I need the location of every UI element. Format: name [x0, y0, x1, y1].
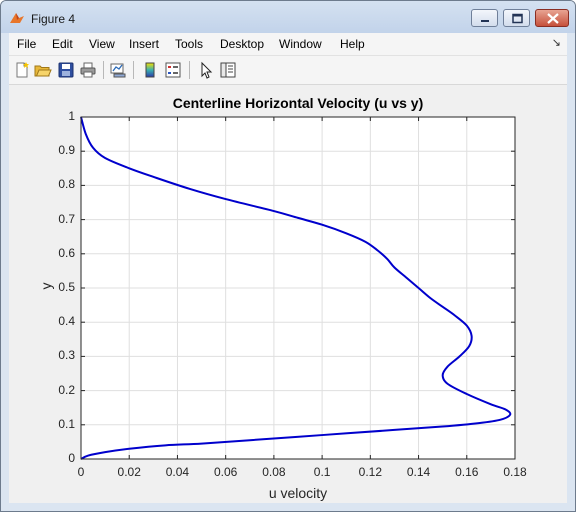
y-tick-label: 0.7 [58, 211, 75, 226]
colorbar-icon[interactable] [141, 61, 159, 79]
menu-view[interactable]: View [89, 37, 115, 51]
minimize-button[interactable] [471, 9, 498, 27]
menu-tools[interactable]: Tools [175, 37, 203, 51]
title-bar[interactable]: Figure 4 [1, 1, 575, 33]
figure-window: Figure 4 File Edit View Insert Tools Des… [0, 0, 576, 512]
open-icon[interactable] [34, 61, 52, 79]
property-editor-icon[interactable] [219, 61, 237, 79]
x-tick-label: 0.02 [117, 465, 141, 479]
x-tick-label: 0.16 [455, 465, 479, 479]
menu-desktop[interactable]: Desktop [220, 37, 264, 51]
legend-icon[interactable] [164, 61, 182, 79]
y-tick-label: 0.5 [58, 280, 75, 294]
minimize-icon [481, 20, 489, 22]
y-tick-label: 0.3 [58, 348, 75, 363]
menu-edit[interactable]: Edit [52, 37, 73, 51]
plot-svg [80, 116, 516, 460]
x-tick-label: 0.04 [165, 465, 190, 479]
toolbar-separator [103, 61, 104, 79]
maximize-icon [512, 13, 523, 24]
y-tick-label: 0 [68, 451, 75, 465]
plot-title: Centerline Horizontal Velocity (u vs y) [172, 95, 424, 111]
y-tick-label: 0.9 [58, 143, 75, 158]
toolbar-separator [133, 61, 134, 79]
x-tick-label: 0 [77, 465, 85, 479]
close-icon [547, 13, 559, 24]
x-axis-label: u velocity [268, 485, 328, 501]
x-tick-label: 0.06 [213, 465, 238, 479]
toolbar-separator [189, 61, 190, 79]
x-tick-label: 0.18 [503, 465, 527, 479]
x-tick-label: 0.08 [262, 465, 286, 479]
link-plot-icon[interactable] [109, 61, 127, 79]
y-tick-label: 0.8 [58, 177, 75, 192]
dock-arrow-icon[interactable]: ↘ [552, 36, 561, 49]
menu-window[interactable]: Window [279, 37, 322, 51]
new-figure-icon[interactable] [13, 61, 31, 79]
y-tick-label: 0.1 [58, 416, 75, 431]
x-tick-label: 0.1 [313, 465, 331, 479]
matlab-icon [10, 13, 24, 23]
x-tick-label: 0.14 [406, 465, 431, 479]
menu-bar: File Edit View Insert Tools Desktop Wind… [9, 33, 567, 55]
maximize-button[interactable] [503, 9, 530, 27]
pointer-icon[interactable] [197, 61, 215, 79]
x-tick-label: 0.12 [358, 465, 382, 479]
y-tick-label: 0.4 [58, 314, 75, 329]
y-tick-label: 1 [68, 109, 75, 123]
close-button[interactable] [535, 9, 569, 27]
y-tick-label: 0.6 [58, 245, 75, 260]
menu-file[interactable]: File [17, 37, 36, 51]
menu-help[interactable]: Help [340, 37, 365, 51]
window-title: Figure 4 [31, 12, 76, 26]
y-tick-label: 0.2 [58, 382, 75, 397]
menu-insert[interactable]: Insert [129, 37, 159, 51]
toolbar [9, 55, 567, 85]
print-icon[interactable] [79, 61, 97, 79]
figure-canvas: Centerline Horizontal Velocity (u vs y) … [9, 85, 567, 503]
save-icon[interactable] [57, 61, 75, 79]
